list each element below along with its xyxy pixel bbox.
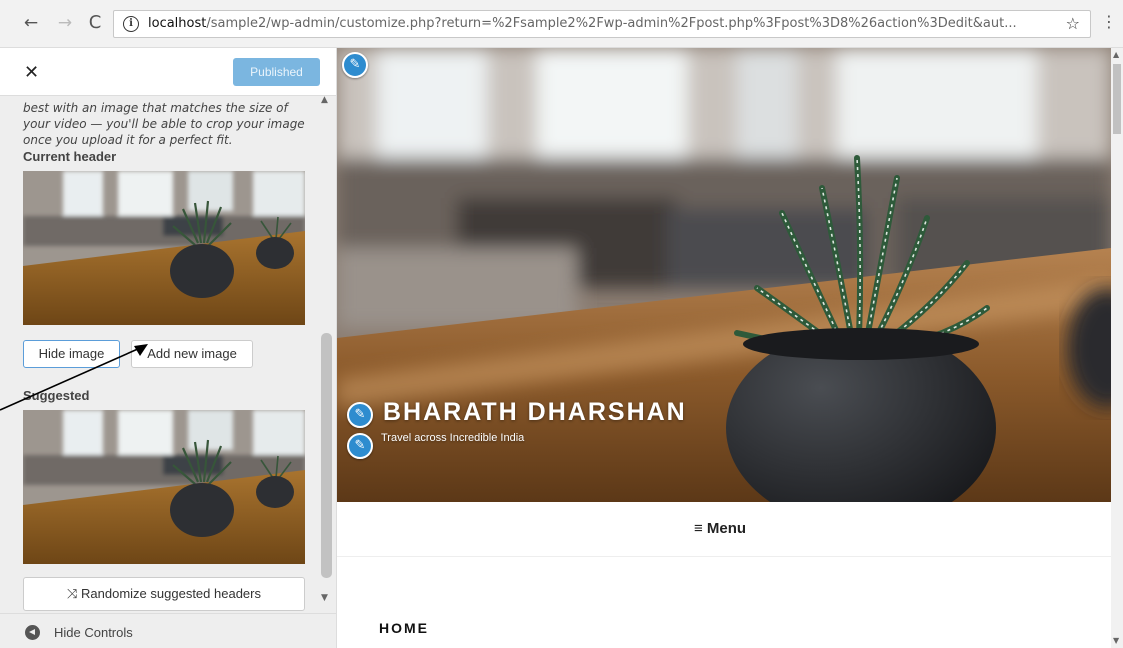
suggested-header-image[interactable] <box>23 410 305 564</box>
edit-shortcut-header-icon[interactable] <box>342 52 368 78</box>
browser-toolbar: ← → C i localhost/sample2/wp-admin/custo… <box>0 0 1123 48</box>
preview-scrollbar[interactable] <box>1111 48 1123 648</box>
url-host: localhost <box>148 16 207 31</box>
randomize-label: Randomize suggested headers <box>81 586 261 601</box>
suggested-label: Suggested <box>23 388 90 403</box>
header-hero-image: BHARATH DHARSHAN Travel across Incredibl… <box>337 48 1111 502</box>
hide-image-button[interactable]: Hide image <box>23 340 120 368</box>
current-header-label: Current header <box>23 149 117 164</box>
preview-scrollbar-thumb[interactable] <box>1113 64 1121 134</box>
scroll-down-arrow-icon[interactable]: ▼ <box>321 593 328 603</box>
edit-shortcut-tagline-icon[interactable] <box>347 433 373 459</box>
published-button[interactable]: Published <box>233 58 320 86</box>
url-path: /sample2/wp-admin/customize.php?return=%… <box>206 16 1017 31</box>
close-customizer-icon[interactable]: ✕ <box>24 62 39 83</box>
preview-scroll-down-icon[interactable]: ▼ <box>1113 636 1119 645</box>
header-media-description: best with an image that matches the size… <box>23 101 305 147</box>
site-tagline: Travel across Incredible India <box>381 432 525 444</box>
sidebar-scrollbar-thumb[interactable] <box>321 333 332 578</box>
site-preview: BHARATH DHARSHAN Travel across Incredibl… <box>337 48 1123 648</box>
forward-arrow-icon[interactable]: → <box>54 12 76 34</box>
customizer-header: ✕ Published <box>0 48 336 96</box>
add-new-image-button[interactable]: Add new image <box>131 340 253 368</box>
info-icon[interactable]: i <box>123 16 139 32</box>
menu-toggle-button[interactable]: ≡ Menu <box>694 520 746 537</box>
collapse-left-icon[interactable] <box>25 625 40 640</box>
bookmark-star-icon[interactable]: ☆ <box>1066 14 1080 33</box>
current-header-image[interactable] <box>23 171 305 325</box>
reload-icon[interactable]: C <box>84 12 106 34</box>
site-title[interactable]: BHARATH DHARSHAN <box>383 398 687 427</box>
home-heading: HOME <box>379 620 429 636</box>
back-arrow-icon[interactable]: ← <box>20 12 42 34</box>
randomize-suggested-headers-button[interactable]: ⤨ Randomize suggested headers <box>23 577 305 611</box>
browser-menu-icon[interactable]: ⋮ <box>1101 14 1117 30</box>
customizer-footer: Hide Controls <box>0 613 336 648</box>
customizer-sidebar: ✕ Published best with an image that matc… <box>0 48 337 648</box>
address-bar[interactable]: i localhost/sample2/wp-admin/customize.p… <box>113 10 1091 38</box>
url-text[interactable]: localhost/sample2/wp-admin/customize.php… <box>148 16 1017 31</box>
shuffle-icon: ⤨ <box>67 586 78 601</box>
edit-shortcut-title-icon[interactable] <box>347 402 373 428</box>
scroll-up-arrow-icon[interactable]: ▲ <box>321 95 328 105</box>
navigation-bar: ≡ Menu <box>337 502 1111 557</box>
hide-controls-button[interactable]: Hide Controls <box>54 625 133 640</box>
preview-scroll-up-icon[interactable]: ▲ <box>1113 50 1119 59</box>
